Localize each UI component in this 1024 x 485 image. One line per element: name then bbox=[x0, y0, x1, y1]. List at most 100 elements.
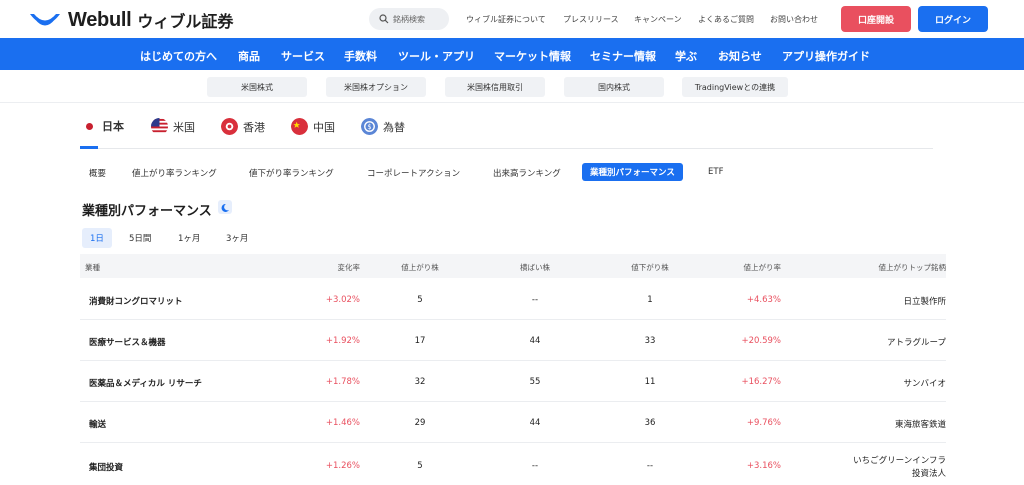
top-rate: +16.27% bbox=[741, 377, 781, 387]
nav-tools[interactable]: ツール・アプリ bbox=[398, 48, 475, 64]
tab-overview[interactable]: 概要 bbox=[89, 167, 106, 179]
advancers-count: 29 bbox=[414, 418, 426, 428]
webull-logo-icon bbox=[30, 14, 60, 26]
active-tab-indicator bbox=[80, 146, 98, 149]
col-industry[interactable]: 業種 bbox=[85, 262, 100, 273]
nav-products[interactable]: 商品 bbox=[238, 48, 260, 64]
top-stock-link[interactable]: 東海旅客鉄道 bbox=[836, 418, 946, 430]
search-input[interactable]: 銘柄検索 bbox=[369, 8, 449, 30]
period-5d[interactable]: 5日間 bbox=[129, 232, 151, 244]
link-press[interactable]: プレスリリース bbox=[563, 14, 619, 25]
table-row[interactable]: 輸送 +1.46% 29 44 36 +9.76% 東海旅客鉄道 bbox=[80, 403, 946, 443]
change-rate: +1.46% bbox=[325, 418, 360, 428]
top-stock-link[interactable]: いちごグリーンインフラ bbox=[816, 454, 946, 466]
market-tab-fx[interactable]: $ 為替 bbox=[361, 118, 405, 135]
subnav-us-margin[interactable]: 米国株信用取引 bbox=[445, 77, 545, 97]
table-header: 業種 変化率 値上がり株 横ばい株 値下がり株 値上がり率 値上がりトップ銘柄 bbox=[80, 254, 946, 278]
logo-jp-text: ウィブル証券 bbox=[137, 12, 234, 31]
period-1m[interactable]: 1ヶ月 bbox=[178, 232, 200, 244]
nav-fees[interactable]: 手数料 bbox=[344, 48, 377, 64]
sub-nav: 米国株式 米国株オプション 米国株信用取引 国内株式 TradingViewとの… bbox=[0, 70, 1024, 103]
decliners-count: 11 bbox=[644, 377, 656, 387]
advancers-count: 17 bbox=[414, 336, 426, 346]
link-campaign[interactable]: キャンペーン bbox=[634, 14, 682, 25]
search-placeholder: 銘柄検索 bbox=[393, 14, 425, 24]
top-stock-link[interactable]: アトラグループ bbox=[836, 336, 946, 348]
industry-name[interactable]: 輸送 bbox=[89, 418, 106, 430]
col-unchanged[interactable]: 横ばい株 bbox=[505, 262, 565, 273]
nav-learn[interactable]: 学ぶ bbox=[675, 48, 697, 64]
top-stock-link-line2[interactable]: 投資法人 bbox=[816, 467, 946, 479]
industry-name[interactable]: 医療サービス＆機器 bbox=[89, 336, 166, 348]
market-tab-china[interactable]: 中国 bbox=[291, 118, 335, 135]
market-tabs: 日本 米国 香港 中国 $ 為替 bbox=[80, 112, 933, 149]
nav-app-guide[interactable]: アプリ操作ガイド bbox=[782, 48, 870, 64]
col-top-rate[interactable]: 値上がり率 bbox=[721, 262, 782, 273]
top-rate: +20.59% bbox=[741, 336, 781, 346]
japan-dot-icon bbox=[86, 122, 93, 130]
market-tab-label: 為替 bbox=[383, 120, 405, 134]
industry-name[interactable]: 消費財コングロマリット bbox=[89, 295, 183, 307]
info-icon[interactable] bbox=[218, 200, 232, 214]
market-tab-hongkong[interactable]: 香港 bbox=[221, 118, 265, 135]
table-row[interactable]: 集団投資 +1.26% 5 -- -- +3.16% いちごグリーンインフラ 投… bbox=[80, 444, 946, 485]
link-faq[interactable]: よくあるご質問 bbox=[698, 14, 754, 25]
change-rate: +3.02% bbox=[325, 295, 360, 305]
top-stock-link[interactable]: サンバイオ bbox=[836, 377, 946, 389]
subnav-jp-stocks[interactable]: 国内株式 bbox=[564, 77, 664, 97]
unchanged-count: -- bbox=[531, 295, 539, 305]
tab-gainers[interactable]: 値上がり率ランキング bbox=[132, 167, 217, 179]
market-tab-label: 中国 bbox=[313, 120, 335, 134]
unchanged-count: 55 bbox=[529, 377, 541, 387]
table-row[interactable]: 医療サービス＆機器 +1.92% 17 44 33 +20.59% アトラグルー… bbox=[80, 321, 946, 361]
header: Webull ウィブル証券 銘柄検索 ウィブル証券について プレスリリース キャ… bbox=[0, 0, 1024, 38]
period-3m[interactable]: 3ヶ月 bbox=[226, 232, 248, 244]
link-about[interactable]: ウィブル証券について bbox=[466, 14, 546, 25]
tab-corporate-actions[interactable]: コーポレートアクション bbox=[367, 167, 460, 179]
advancers-count: 32 bbox=[414, 377, 426, 387]
tab-etf[interactable]: ETF bbox=[708, 167, 723, 177]
decliners-count: 33 bbox=[644, 336, 656, 346]
market-tab-label: 日本 bbox=[102, 120, 124, 133]
link-contact[interactable]: お問い合わせ bbox=[770, 14, 818, 25]
hongkong-flag-icon bbox=[221, 118, 238, 135]
nav-market-info[interactable]: マーケット情報 bbox=[494, 48, 571, 64]
tab-volume[interactable]: 出来高ランキング bbox=[493, 167, 561, 179]
page-title: 業種別パフォーマンス bbox=[82, 204, 212, 219]
nav-services[interactable]: サービス bbox=[281, 48, 325, 64]
col-decliners[interactable]: 値下がり株 bbox=[620, 262, 680, 273]
subnav-tradingview[interactable]: TradingViewとの連携 bbox=[682, 77, 788, 97]
period-1d[interactable]: 1日 bbox=[82, 228, 112, 248]
open-account-button[interactable]: 口座開設 bbox=[841, 6, 911, 32]
market-tab-label: 香港 bbox=[243, 120, 265, 134]
decliners-count: -- bbox=[646, 461, 654, 471]
login-button[interactable]: ログイン bbox=[918, 6, 988, 32]
fx-exchange-icon: $ bbox=[361, 118, 378, 135]
table-row[interactable]: 消費財コングロマリット +3.02% 5 -- 1 +4.63% 日立製作所 bbox=[80, 280, 946, 320]
unchanged-count: 44 bbox=[529, 336, 541, 346]
table-row[interactable]: 医薬品＆メディカル リサーチ +1.78% 32 55 11 +16.27% サ… bbox=[80, 362, 946, 402]
top-rate: +3.16% bbox=[746, 461, 781, 471]
industry-name[interactable]: 集団投資 bbox=[89, 461, 123, 473]
col-top-stock[interactable]: 値上がりトップ銘柄 bbox=[836, 262, 947, 273]
col-advancers[interactable]: 値上がり株 bbox=[390, 262, 450, 273]
change-rate: +1.78% bbox=[325, 377, 360, 387]
market-tab-japan[interactable]: 日本 bbox=[86, 118, 124, 134]
nav-seminars[interactable]: セミナー情報 bbox=[590, 48, 656, 64]
subnav-us-stocks[interactable]: 米国株式 bbox=[207, 77, 307, 97]
svg-text:$: $ bbox=[367, 123, 371, 131]
tab-sector-performance[interactable]: 業種別パフォーマンス bbox=[582, 163, 683, 181]
col-change[interactable]: 変化率 bbox=[300, 262, 361, 273]
tab-losers[interactable]: 値下がり率ランキング bbox=[249, 167, 334, 179]
change-rate: +1.92% bbox=[325, 336, 360, 346]
top-rate: +4.63% bbox=[746, 295, 781, 305]
nav-beginners[interactable]: はじめての方へ bbox=[140, 48, 217, 64]
top-stock-link[interactable]: 日立製作所 bbox=[836, 295, 946, 307]
webull-logo[interactable]: Webull ウィブル証券 bbox=[28, 8, 233, 32]
subnav-us-options[interactable]: 米国株オプション bbox=[326, 77, 426, 97]
decliners-count: 36 bbox=[644, 418, 656, 428]
industry-name[interactable]: 医薬品＆メディカル リサーチ bbox=[89, 377, 202, 389]
market-tab-us[interactable]: 米国 bbox=[151, 118, 195, 135]
logo-text: Webull bbox=[68, 8, 132, 31]
nav-news[interactable]: お知らせ bbox=[718, 48, 762, 64]
